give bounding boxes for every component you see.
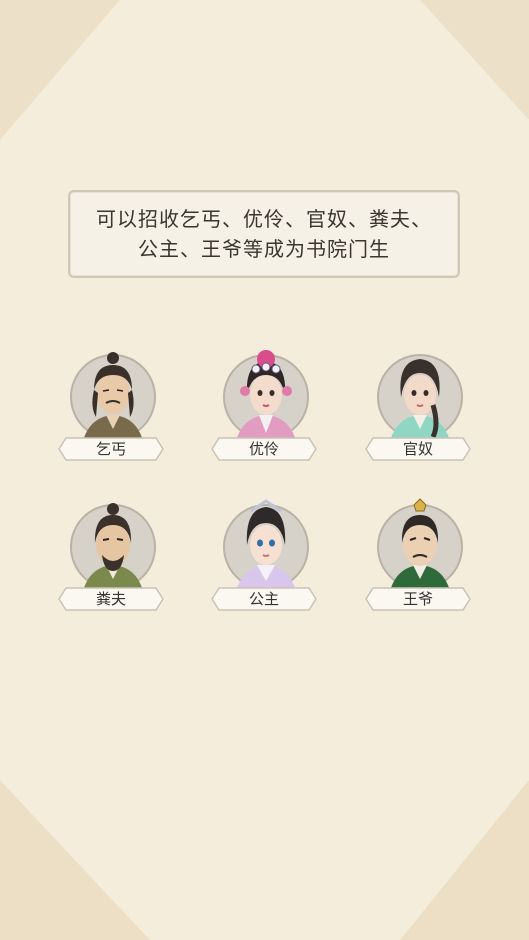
character-card-servant[interactable]: 官奴: [365, 345, 475, 475]
character-label: 优伶: [211, 437, 317, 461]
banner-line-1: 可以招收乞丐、优伶、官奴、粪夫、: [96, 207, 432, 231]
recruit-info-banner: 可以招收乞丐、优伶、官奴、粪夫、 公主、王爷等成为书院门生: [68, 190, 460, 278]
character-name: 王爷: [402, 590, 433, 608]
character-name: 公主: [248, 590, 279, 608]
character-label: 公主: [211, 587, 317, 611]
character-card-prince[interactable]: 王爷: [365, 495, 475, 625]
opera-actress-portrait-icon: [223, 350, 309, 445]
night-soil-man-portrait-icon: [70, 503, 156, 595]
character-name: 优伶: [248, 440, 279, 458]
character-label: 乞丐: [58, 437, 164, 461]
beggar-portrait-icon: [70, 352, 156, 445]
prince-portrait-icon: [377, 498, 463, 595]
character-name: 官奴: [402, 440, 433, 458]
character-label: 官奴: [365, 437, 471, 461]
character-label: 粪夫: [58, 587, 164, 611]
character-label: 王爷: [365, 587, 471, 611]
character-card-beggar[interactable]: 乞丐: [58, 345, 168, 475]
character-card-actress[interactable]: 优伶: [211, 345, 321, 475]
character-name: 乞丐: [95, 440, 126, 458]
character-name: 粪夫: [95, 590, 126, 608]
princess-portrait-icon: [223, 499, 309, 595]
character-card-night-soil-man[interactable]: 粪夫: [58, 495, 168, 625]
banner-line-2: 公主、王爷等成为书院门生: [138, 237, 390, 261]
servant-girl-portrait-icon: [377, 354, 463, 445]
character-card-princess[interactable]: 公主: [211, 495, 321, 625]
